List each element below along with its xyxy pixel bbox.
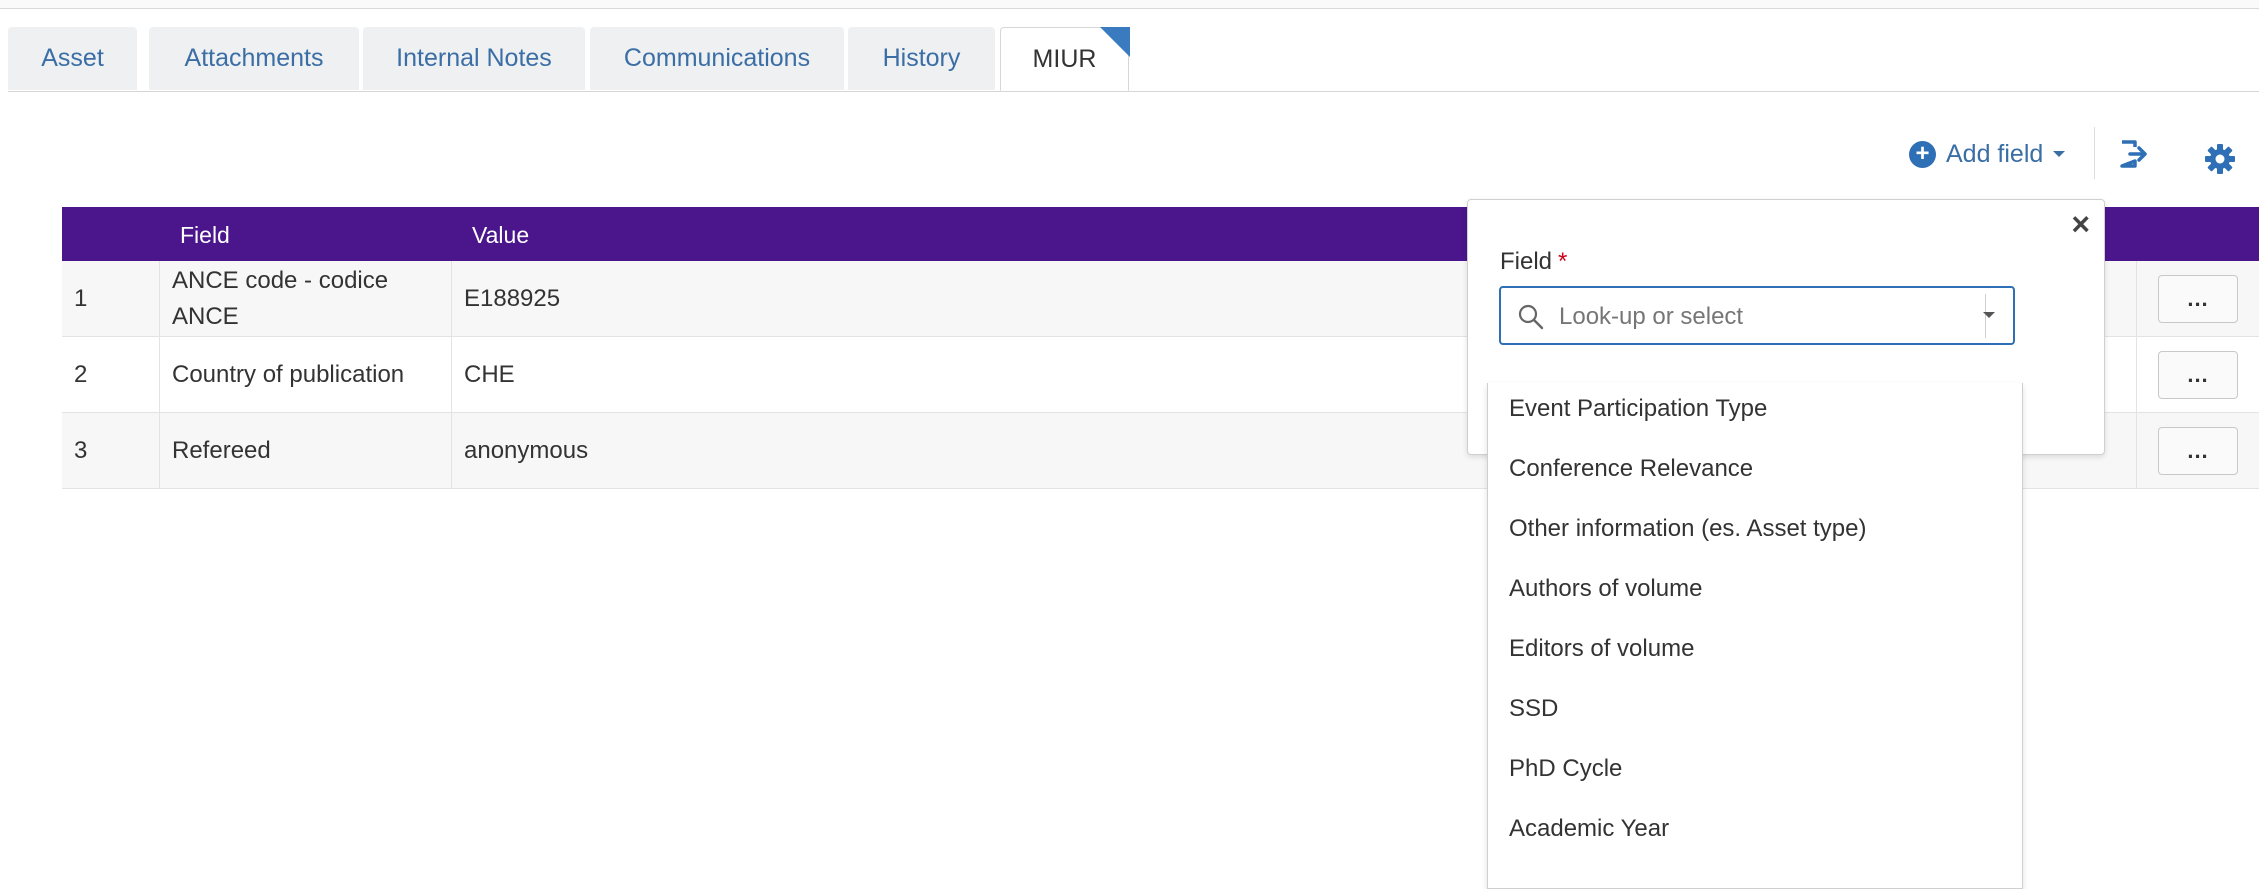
row-number: 2 [62, 337, 160, 412]
chevron-down-icon [2053, 151, 2066, 157]
tab-bar: Asset Attachments Internal Notes Communi… [8, 27, 2259, 92]
tab-label: Internal Notes [396, 44, 552, 72]
option-item[interactable]: Conference Relevance [1509, 455, 1753, 483]
tab-label: MIUR [1032, 44, 1097, 73]
option-item[interactable]: Editors of volume [1509, 635, 1694, 663]
tab-attachments[interactable]: Attachments [149, 27, 359, 90]
tab-corner-marker [1100, 27, 1130, 57]
header-value: Value [472, 222, 530, 248]
gear-icon[interactable] [2204, 143, 2236, 180]
close-icon[interactable]: × [2071, 206, 2090, 243]
row-value: E188925 [464, 284, 561, 312]
tab-label: Attachments [184, 44, 324, 72]
top-border [0, 0, 2259, 9]
field-options-list: Event Participation Type Conference Rele… [1487, 383, 2023, 889]
search-icon [1517, 303, 1545, 336]
tab-history[interactable]: History [848, 27, 995, 90]
row-actions: ... [2136, 413, 2259, 488]
export-icon[interactable] [2118, 138, 2150, 175]
option-item[interactable]: Other information (es. Asset type) [1509, 515, 1866, 543]
row-actions-button[interactable]: ... [2158, 426, 2238, 475]
field-label: Field * [1500, 248, 1567, 276]
tab-asset[interactable]: Asset [8, 27, 137, 90]
add-field-label: Add field [1946, 139, 2044, 168]
option-item[interactable]: SSD [1509, 695, 1558, 723]
option-item[interactable]: PhD Cycle [1509, 755, 1622, 783]
option-item[interactable]: Authors of volume [1509, 575, 1702, 603]
tab-internal-notes[interactable]: Internal Notes [363, 27, 585, 90]
header-field: Field [180, 222, 230, 248]
row-number: 1 [62, 261, 160, 336]
row-field: Country of publication [160, 337, 452, 412]
field-label-text: Field [1500, 248, 1553, 275]
tab-label: Asset [41, 44, 104, 72]
add-field-button[interactable]: + Add field [1909, 136, 2066, 172]
tab-miur[interactable]: MIUR [1000, 27, 1130, 91]
field-search-input[interactable] [1557, 296, 1941, 338]
field-combobox[interactable] [1499, 286, 2015, 345]
option-item[interactable]: Academic Year [1509, 815, 1669, 843]
row-actions-button[interactable]: ... [2158, 274, 2238, 323]
row-actions-button[interactable]: ... [2158, 350, 2238, 399]
plus-circle-icon: + [1909, 140, 1936, 168]
row-number: 3 [62, 413, 160, 488]
row-value: anonymous [464, 436, 589, 464]
option-item[interactable]: Event Participation Type [1509, 395, 1767, 423]
chevron-down-icon[interactable] [1983, 312, 1995, 318]
toolbar-divider [2094, 127, 2095, 179]
tab-communications[interactable]: Communications [590, 27, 844, 90]
tab-label: Communications [623, 44, 811, 72]
row-actions: ... [2136, 337, 2259, 412]
row-field: Refereed [160, 413, 452, 488]
row-value: CHE [464, 360, 515, 388]
row-field: ANCE code - codice ANCE [160, 261, 452, 336]
row-actions: ... [2136, 261, 2259, 336]
tab-label: History [882, 44, 961, 72]
required-marker: * [1558, 248, 1568, 275]
